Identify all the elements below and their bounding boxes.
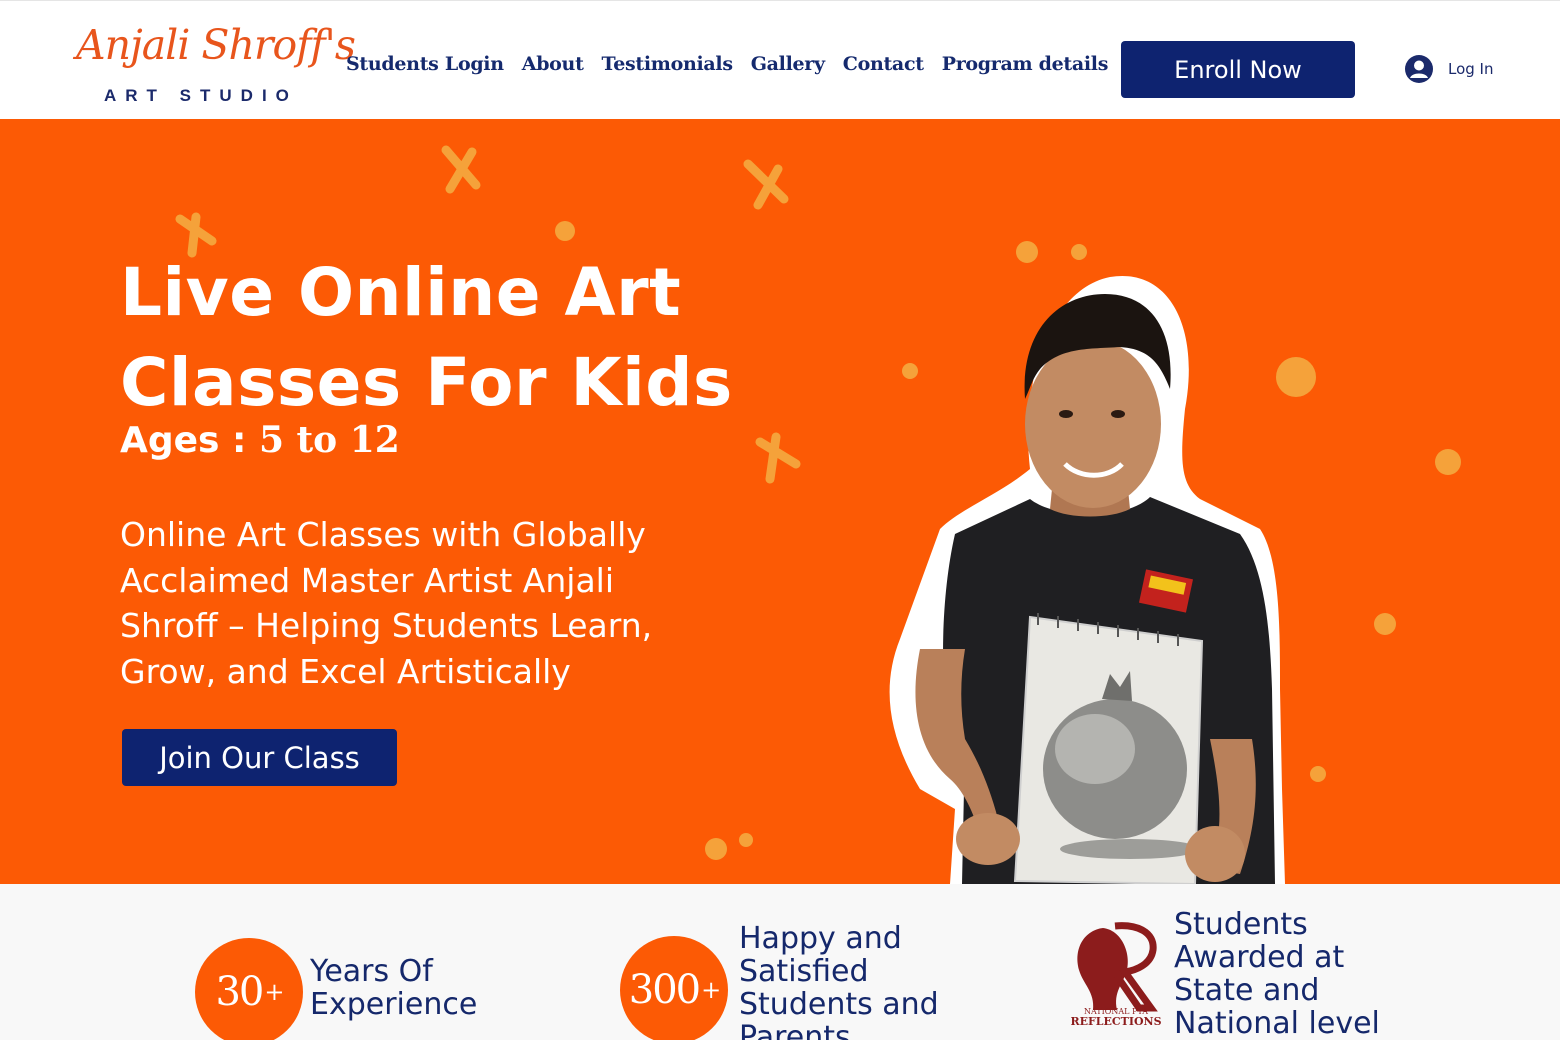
stat-experience-value: 30 (215, 969, 264, 1015)
nav-gallery[interactable]: Gallery (751, 53, 825, 85)
nav-testimonials[interactable]: Testimonials (602, 53, 733, 85)
nav-about[interactable]: About (522, 53, 584, 85)
site-header: Anjali Shroff's ART STUDIO Students Logi… (0, 0, 1560, 119)
hero-section: Live Online Art Classes For Kids Ages : … (0, 119, 1560, 884)
hero-title-line2: Classes For Kids (120, 344, 733, 421)
ages-label: Ages : (120, 420, 247, 461)
logo-script-text: Anjali Shroff's (76, 21, 356, 69)
stat-students-label: Happy and Satisfied Students and Parents (739, 921, 939, 1040)
stats-section: 30 + Years Of Experience 300 + Happy and S… (0, 884, 1560, 1040)
login-label: Log In (1448, 60, 1494, 78)
stat-students-circle: 300 + (620, 936, 728, 1040)
stat-awards-label: Students Awarded at State and National l… (1174, 907, 1380, 1040)
stat-experience-circle: 30 + (195, 938, 303, 1040)
nav-students-login[interactable]: Students Login (346, 53, 504, 85)
ages-value: 5 to 12 (258, 419, 400, 461)
award-logo-line2: REFLECTIONS (1070, 1015, 1161, 1028)
stat-students-suffix: + (701, 976, 721, 1004)
nav-contact[interactable]: Contact (843, 53, 924, 85)
join-class-button[interactable]: Join Our Class (122, 729, 397, 786)
hero-subtitle: Online Art Classes with Globally Acclaim… (120, 515, 653, 691)
enroll-now-button[interactable]: Enroll Now (1121, 41, 1355, 98)
stat-experience-label: Years Of Experience (310, 954, 478, 1022)
hero-title: Live Online Art Classes For Kids (120, 248, 820, 428)
hero-ages: Ages : 5 to 12 (120, 419, 400, 461)
stat-experience-suffix: + (264, 978, 284, 1006)
nav-program-details[interactable]: Program details (942, 53, 1109, 85)
site-logo[interactable]: Anjali Shroff's ART STUDIO (76, 19, 356, 109)
login-link[interactable]: Log In (1404, 54, 1494, 84)
reflections-award-logo: NATIONAL PTA REFLECTIONS (1070, 922, 1162, 1028)
main-nav: Students Login About Testimonials Galler… (346, 53, 1126, 85)
stat-students-value: 300 (628, 967, 701, 1013)
student-photo (889, 275, 1285, 884)
logo-subtitle: ART STUDIO (104, 86, 298, 105)
hero-title-line1: Live Online Art (120, 254, 682, 331)
user-avatar-icon (1405, 55, 1433, 83)
